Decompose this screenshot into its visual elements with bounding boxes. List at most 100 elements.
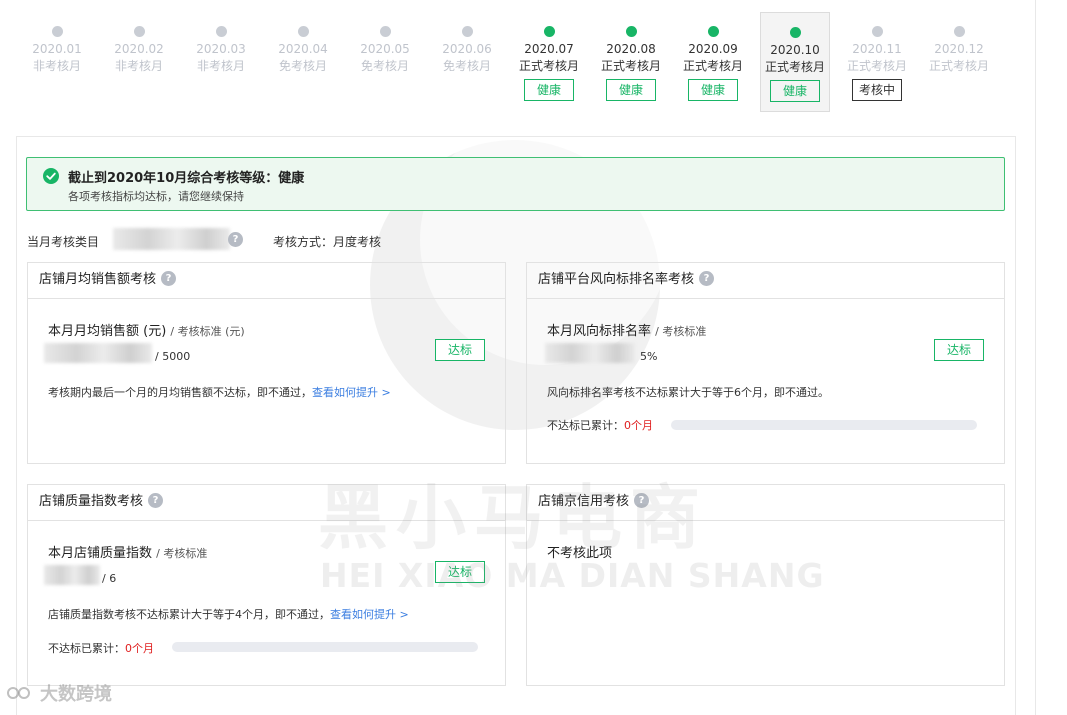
ranking-card-header: 店铺平台风向标排名率考核? (527, 263, 1004, 299)
timeline-month-2020-02[interactable]: 2020.02 非考核月 (104, 12, 174, 112)
quality-help-icon[interactable]: ? (148, 493, 164, 508)
timeline-dot (625, 26, 637, 37)
ranking-accumulated: 不达标已累计：0个月 (547, 417, 653, 433)
ranking-card-title: 店铺平台风向标排名率考核 (538, 272, 695, 287)
timeline-date: 2020.08 (606, 42, 656, 56)
ranking-status-badge: 达标 (934, 339, 984, 361)
timeline-status-badge: 健康 (688, 79, 738, 101)
timeline-month-2020-11[interactable]: 2020.11 正式考核月考核中 (842, 12, 912, 112)
timeline-month-2020-08[interactable]: 2020.08 正式考核月健康 (596, 12, 666, 112)
timeline-kind: 正式考核月 (600, 59, 661, 73)
method-value: 月度考核 (333, 235, 382, 249)
timeline-date: 2020.02 (114, 42, 164, 56)
timeline-dot (953, 26, 965, 37)
timeline-month-2020-12[interactable]: 2020.12 正式考核月 (924, 12, 994, 112)
sales-rule: 考核期内最后一个月的月均销售额不达标，即不通过， (48, 386, 312, 399)
timeline-kind: 正式考核月 (518, 59, 579, 73)
timeline-kind: 正式考核月 (764, 60, 825, 74)
quality-standard-value: / 6 (102, 572, 117, 585)
timeline-month-2020-01[interactable]: 2020.01 非考核月 (22, 12, 92, 112)
sales-status-badge: 达标 (435, 339, 485, 361)
quality-progress-bar (172, 642, 478, 652)
timeline-date: 2020.10 (770, 43, 820, 57)
timeline-dot (707, 26, 719, 37)
ranking-accumulated-label: 不达标已累计： (547, 419, 624, 432)
timeline-kind: 正式考核月 (682, 59, 743, 73)
category-label: 当月考核类目 (27, 235, 100, 249)
timeline-month-2020-10[interactable]: 2020.10 正式考核月健康 (760, 12, 830, 112)
timeline-date: 2020.06 (442, 42, 492, 56)
timeline-status-badge: 考核中 (852, 79, 902, 101)
quality-rule-text: 店铺质量指数考核不达标累计大于等于4个月，即不通过，查看如何提升 > (48, 606, 409, 622)
method-label: 考核方式： (273, 235, 334, 249)
quality-improve-link[interactable]: 查看如何提升 > (330, 608, 409, 621)
ranking-standard-label: / 考核标准 (655, 325, 707, 338)
category-value-redacted (113, 228, 230, 250)
assessment-method: 考核方式：月度考核 (273, 233, 381, 250)
sales-metric-label: 本月月均销售额 (元) / 考核标准 (元) (48, 320, 245, 339)
timeline-month-2020-03[interactable]: 2020.03 非考核月 (186, 12, 256, 112)
timeline-dot (297, 26, 309, 37)
quality-standard-label: / 考核标准 (156, 547, 208, 560)
watermark-pinyin: HEI XIAO MA DIAN SHANG (320, 556, 825, 595)
timeline-dot (379, 26, 391, 37)
check-circle-icon (43, 168, 59, 184)
quality-accumulated: 不达标已累计：0个月 (48, 640, 154, 656)
timeline-date: 2020.11 (852, 42, 902, 56)
timeline-month-2020-05[interactable]: 2020.05 免考核月 (350, 12, 420, 112)
timeline-kind: 免考核月 (360, 59, 409, 73)
timeline-kind: 正式考核月 (928, 59, 989, 73)
timeline-dot (461, 26, 473, 37)
sales-assessment-card: 店铺月均销售额考核? (27, 262, 506, 464)
ranking-metric-name: 本月风向标排名率 (547, 324, 652, 339)
timeline-status-badge: 健康 (524, 79, 574, 101)
timeline-status-badge: 健康 (770, 80, 820, 102)
sales-card-header: 店铺月均销售额考核? (28, 263, 505, 299)
corner-watermark-icon (7, 687, 30, 699)
ranking-accumulated-value: 0个月 (624, 419, 653, 432)
timeline-date: 2020.09 (688, 42, 738, 56)
sales-improve-link[interactable]: 查看如何提升 > (312, 386, 391, 399)
quality-metric-name: 本月店铺质量指数 (48, 546, 153, 561)
timeline-dot (215, 26, 227, 37)
ranking-metric-label: 本月风向标排名率 / 考核标准 (547, 320, 706, 339)
sales-card-title: 店铺月均销售额考核 (39, 272, 157, 287)
sales-rule-text: 考核期内最后一个月的月均销售额不达标，即不通过，查看如何提升 > (48, 384, 391, 400)
assessment-timeline: 2020.01 非考核月 2020.02 非考核月 2020.03 非考核月 2020.04… (16, 12, 1016, 112)
sales-value-redacted (44, 343, 152, 363)
corner-watermark-text: 大数跨境 (40, 684, 112, 705)
timeline-dot (789, 27, 801, 38)
ranking-value-redacted (545, 343, 635, 363)
quality-accumulated-label: 不达标已累计： (48, 642, 125, 655)
timeline-month-2020-06[interactable]: 2020.06 免考核月 (432, 12, 502, 112)
ranking-assessment-card: 店铺平台风向标排名率考核? (526, 262, 1005, 464)
timeline-kind: 免考核月 (442, 59, 491, 73)
timeline-dot (543, 26, 555, 37)
timeline-kind: 非考核月 (196, 59, 245, 73)
timeline-date: 2020.04 (278, 42, 328, 56)
ranking-help-icon[interactable]: ? (699, 271, 715, 286)
timeline-kind: 非考核月 (114, 59, 163, 73)
page-right-border (1035, 0, 1036, 715)
timeline-kind: 正式考核月 (846, 59, 907, 73)
ranking-rule-text: 风向标排名率考核不达标累计大于等于6个月，即不通过。 (547, 386, 829, 399)
alert-subtitle: 各项考核指标均达标，请您继续保持 (68, 190, 244, 203)
sales-help-icon[interactable]: ? (161, 271, 177, 286)
category-help-icon[interactable]: ? (228, 232, 243, 247)
alert-title: 截止到2020年10月综合考核等级：健康 (68, 171, 305, 186)
timeline-date: 2020.01 (32, 42, 82, 56)
quality-metric-label: 本月店铺质量指数 / 考核标准 (48, 542, 207, 561)
sales-standard-value: / 5000 (155, 350, 191, 363)
timeline-month-2020-09[interactable]: 2020.09 正式考核月健康 (678, 12, 748, 112)
corner-watermark: 大数跨境 (6, 680, 112, 706)
timeline-status-badge: 健康 (606, 79, 656, 101)
timeline-month-2020-04[interactable]: 2020.04 免考核月 (268, 12, 338, 112)
timeline-date: 2020.07 (524, 42, 574, 56)
timeline-date: 2020.03 (196, 42, 246, 56)
quality-rule: 店铺质量指数考核不达标累计大于等于4个月，即不通过， (48, 608, 330, 621)
ranking-standard-value: 5% (640, 350, 658, 363)
timeline-dot (51, 26, 63, 37)
overall-grade-alert: 截止到2020年10月综合考核等级：健康 各项考核指标均达标，请您继续保持 (26, 157, 1005, 211)
timeline-date: 2020.05 (360, 42, 410, 56)
timeline-month-2020-07[interactable]: 2020.07 正式考核月健康 (514, 12, 584, 112)
